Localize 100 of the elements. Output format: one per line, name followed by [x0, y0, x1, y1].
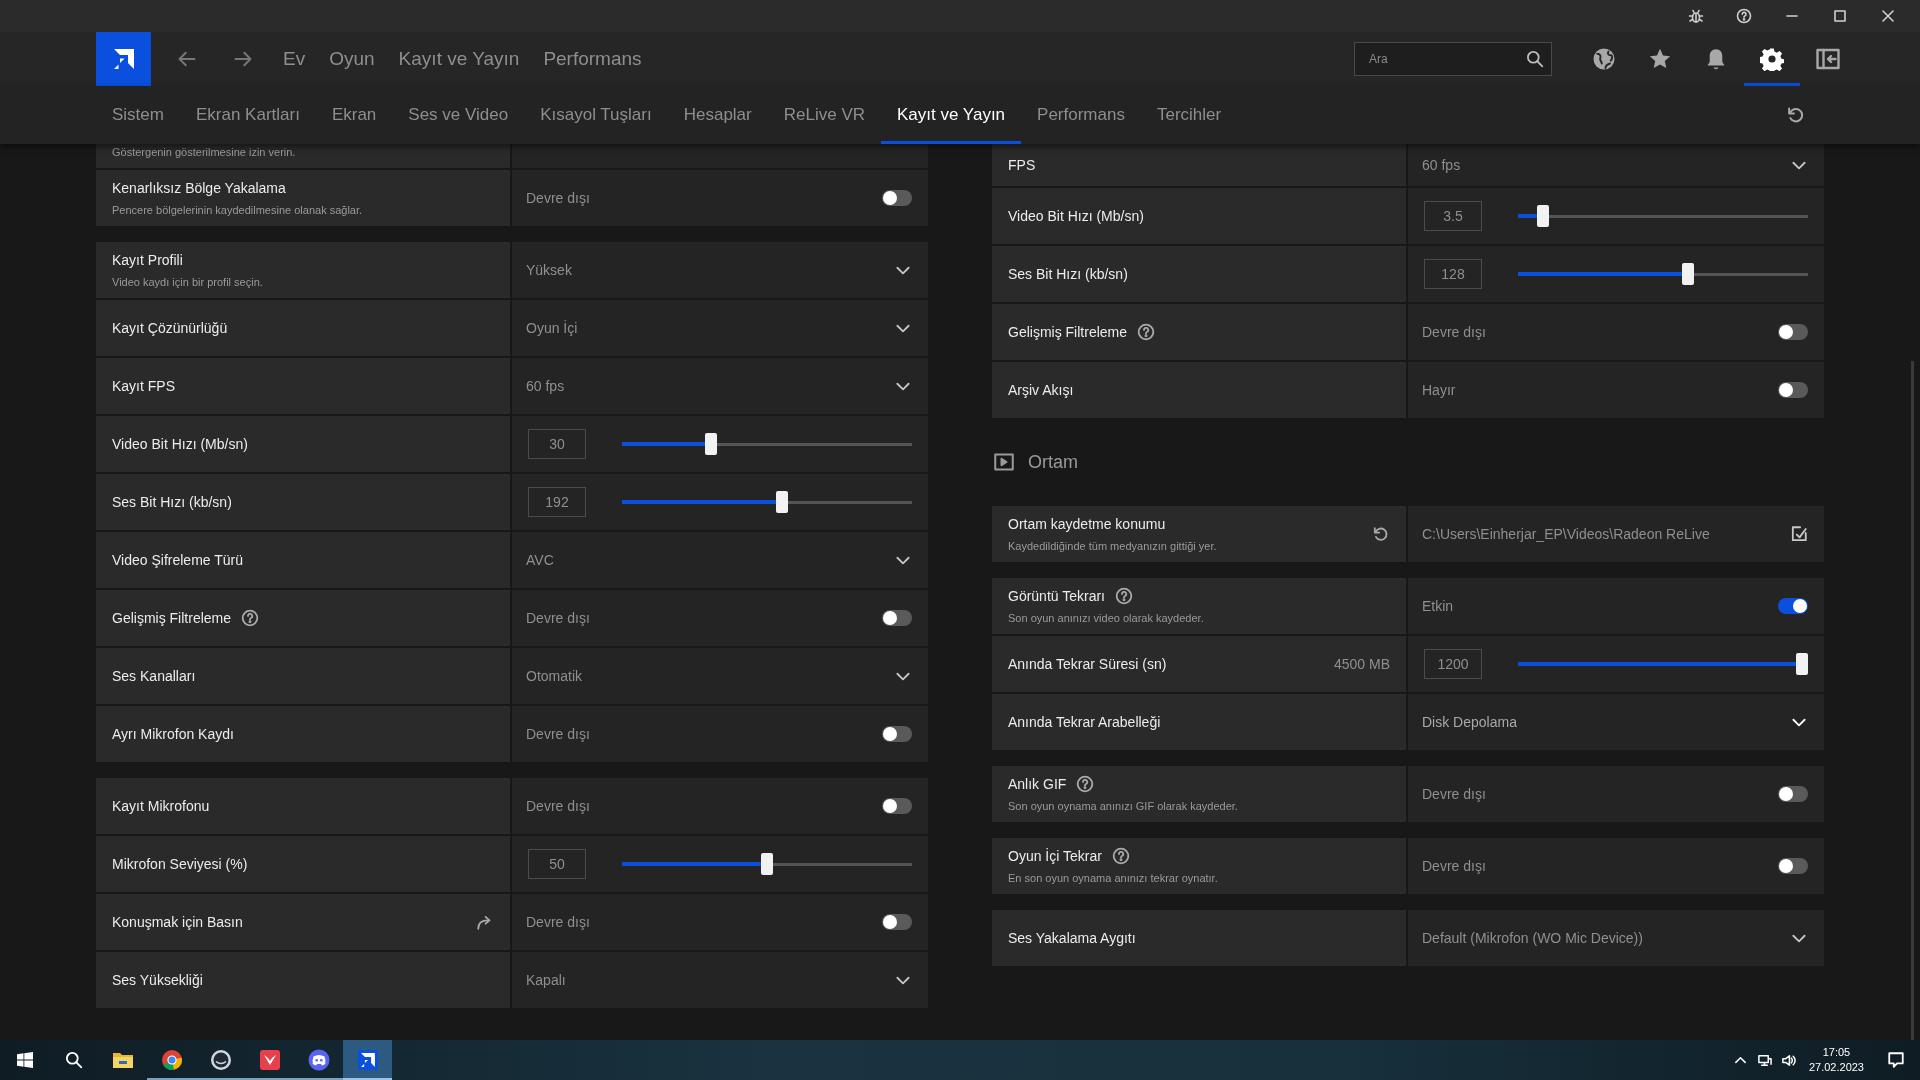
setting-description: Göstergenin gösterilmesine izin verin. — [112, 145, 296, 160]
slider-thumb[interactable] — [761, 853, 773, 875]
slider-thumb[interactable] — [1796, 653, 1808, 675]
help-icon[interactable] — [241, 609, 259, 627]
settings-icon[interactable] — [1760, 47, 1784, 71]
dropdown[interactable]: Kapalı — [512, 952, 928, 1008]
nav-link[interactable]: Ev — [271, 32, 318, 86]
tab[interactable]: Ekran Kartları — [179, 86, 316, 144]
maximize-icon[interactable] — [1832, 8, 1848, 24]
nav-link[interactable]: Kayıt ve Yayın — [386, 32, 532, 86]
setting-label: Konuşmak için Basın — [112, 912, 243, 932]
bug-icon[interactable] — [1688, 8, 1704, 24]
setting-description: Pencere bölgelerinin kaydedilmesine olanak sağlar. — [112, 202, 363, 218]
search-icon[interactable] — [1526, 50, 1544, 68]
tab[interactable]: Ekran — [315, 86, 393, 144]
toggle-switch[interactable] — [882, 610, 912, 626]
search-field[interactable]: Ara — [1354, 42, 1552, 76]
toggle-switch[interactable] — [882, 798, 912, 814]
setting-label: FPS — [1008, 155, 1036, 175]
setting-label: Ses Kanalları — [112, 666, 196, 686]
setting-label: Arşiv Akışı — [1008, 380, 1074, 400]
forward-arrow-icon[interactable] — [233, 49, 253, 69]
slider-thumb[interactable] — [776, 491, 789, 513]
setting-value: Devre dışı — [526, 796, 590, 816]
setting-label: Kayıt Profili — [112, 250, 183, 270]
network-icon[interactable] — [1757, 1052, 1773, 1068]
tab[interactable]: Ses ve Video — [392, 86, 525, 144]
setting-description: Son oyun anınızı video olarak kaydeder. — [1008, 610, 1204, 626]
setting-label: Görüntü Tekrarı — [1008, 586, 1105, 606]
dropdown[interactable]: Default (Mikrofon (WO Mic Device)) — [1408, 910, 1824, 966]
dropdown[interactable]: Yüksek — [512, 242, 928, 298]
setting-value: Devre dışı — [526, 608, 590, 628]
nav-link[interactable]: Oyun — [317, 32, 387, 86]
help-icon[interactable] — [1736, 8, 1752, 24]
dropdown[interactable]: Disk Depolama — [1408, 694, 1824, 750]
tab[interactable]: Tercihler — [1140, 86, 1238, 144]
setting-label: Oyun İçi Tekrar — [1008, 846, 1102, 866]
volume-icon[interactable] — [1781, 1052, 1797, 1068]
dropdown[interactable]: Oyun İçi — [512, 300, 928, 356]
toggle-switch[interactable] — [1778, 382, 1808, 398]
toggle-switch[interactable] — [1778, 858, 1808, 874]
chat-app-icon — [307, 1049, 330, 1071]
help-icon[interactable] — [1111, 847, 1130, 866]
value-field[interactable]: 1200 — [1424, 649, 1482, 679]
search-icon[interactable] — [64, 1051, 83, 1069]
slider-thumb[interactable] — [1537, 205, 1550, 227]
setting-label: Gelişmiş Filtreleme — [1008, 322, 1127, 342]
value-field[interactable]: 128 — [1424, 259, 1482, 289]
setting-value: Devre dışı — [1422, 322, 1486, 342]
globe-icon[interactable] — [1592, 47, 1616, 71]
slider-thumb[interactable] — [705, 433, 718, 455]
value-field[interactable]: 30 — [528, 429, 586, 459]
value-field[interactable]: 50 — [528, 849, 586, 879]
setting-label: Video Bit Hızı (Mb/sn) — [112, 434, 248, 454]
value-field[interactable]: 192 — [528, 487, 586, 517]
notification-icon[interactable] — [1887, 1051, 1905, 1069]
tab[interactable]: ReLive VR — [767, 86, 881, 144]
toggle-switch[interactable] — [1778, 324, 1808, 340]
toggle-switch[interactable] — [882, 914, 912, 930]
logo[interactable] — [96, 32, 151, 86]
toggle-switch[interactable] — [882, 190, 912, 206]
setting-label: Kenarlıksız Bölge Yakalama — [112, 178, 286, 198]
reset-icon[interactable] — [1786, 105, 1806, 125]
help-icon[interactable] — [1115, 587, 1133, 606]
clock-time[interactable]: 17:05 — [1808, 1045, 1864, 1060]
back-arrow-icon[interactable] — [177, 49, 197, 69]
setting-value: Etkin — [1422, 596, 1454, 616]
taskbar-button[interactable] — [343, 1040, 392, 1080]
clock-date[interactable]: 27.02.2023 — [1808, 1060, 1864, 1075]
value-field[interactable]: 3.5 — [1424, 201, 1482, 231]
app-icon — [357, 1050, 378, 1070]
start-icon[interactable] — [16, 1052, 33, 1068]
setting-label: Ses Bit Hızı (kb/sn) — [1008, 264, 1128, 284]
browse-folder-icon[interactable] — [1790, 525, 1808, 543]
help-icon[interactable] — [1137, 323, 1155, 341]
app-icon — [209, 1049, 232, 1071]
dropdown[interactable]: 60 fps — [1408, 144, 1824, 186]
star-icon[interactable] — [1648, 47, 1672, 71]
panel-icon[interactable] — [1816, 47, 1840, 71]
setting-value: Devre dışı — [526, 188, 590, 208]
help-icon[interactable] — [1076, 775, 1095, 794]
setting-label: Gelişmiş Filtreleme — [112, 608, 231, 628]
dropdown[interactable]: 60 fps — [512, 358, 928, 414]
dropdown[interactable]: AVC — [512, 532, 928, 588]
slider-thumb[interactable] — [1682, 263, 1694, 285]
close-icon[interactable] — [1880, 8, 1896, 24]
scrollbar[interactable] — [1911, 361, 1914, 1040]
reset-icon[interactable] — [1372, 525, 1390, 543]
setting-label: Video Şifreleme Türü — [112, 550, 243, 570]
toggle-switch[interactable] — [1778, 598, 1808, 614]
nav-link[interactable]: Performans — [531, 32, 654, 86]
dropdown[interactable]: Otomatik — [512, 648, 928, 704]
toggle-switch[interactable] — [1778, 786, 1808, 802]
tab[interactable]: Performans — [1021, 86, 1141, 144]
tab[interactable]: Hesaplar — [667, 86, 768, 144]
setting-label: Ses Yakalama Aygıtı — [1008, 928, 1136, 948]
setting-label: Anında Tekrar Arabelleği — [1008, 712, 1161, 732]
toggle-switch[interactable] — [882, 726, 912, 742]
tab[interactable]: Kısayol Tuşları — [524, 86, 668, 144]
tab[interactable]: Sistem — [96, 86, 180, 144]
